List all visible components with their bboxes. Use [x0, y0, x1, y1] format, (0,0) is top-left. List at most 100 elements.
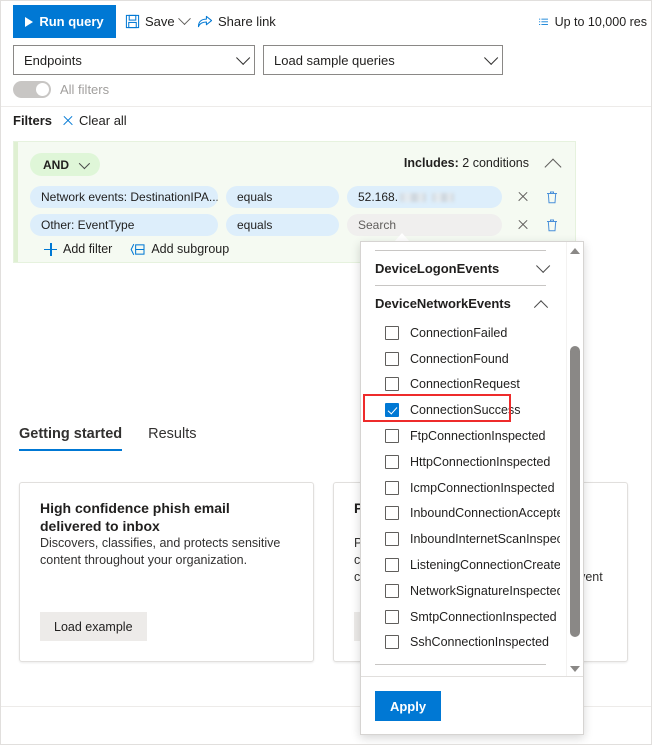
list-item[interactable]: InboundInternetScanInspected [361, 526, 560, 552]
filters-label: Filters [13, 113, 53, 128]
share-link-label: Share link [218, 14, 276, 29]
checkbox[interactable] [385, 506, 399, 521]
filters-header: Filters Clear all [13, 113, 127, 128]
checkbox[interactable] [385, 325, 399, 340]
share-icon [197, 15, 213, 28]
tab-results[interactable]: Results [148, 426, 196, 451]
command-bar: Run query Save Share link Up to 10,000 r… [1, 1, 651, 45]
scroll-down-button[interactable] [570, 666, 580, 672]
collapse-group-button[interactable] [544, 158, 562, 176]
list-item[interactable]: ConnectionFailed [361, 320, 560, 346]
add-subgroup-button[interactable]: Add subgroup [130, 242, 229, 256]
close-icon [517, 219, 529, 231]
chevron-down-icon [236, 50, 251, 65]
list-item[interactable]: HttpConnectionInspected [361, 449, 560, 475]
list-item[interactable]: InboundConnectionAccepted [361, 501, 560, 527]
save-label: Save [145, 14, 175, 29]
card-title: High confidence phish email delivered to… [40, 500, 230, 534]
includes-summary: Includes: 2 conditions [404, 156, 529, 170]
close-icon [62, 115, 74, 127]
checkbox[interactable] [385, 429, 399, 444]
run-query-label: Run query [39, 14, 104, 29]
filter-field-select[interactable]: Other: EventType [30, 214, 218, 236]
scope-select-value: Endpoints [24, 52, 82, 68]
filter-value-search-input[interactable]: Search [347, 214, 502, 236]
add-filter-button[interactable]: Add filter [44, 242, 112, 256]
group-header-devicenetworkevents[interactable]: DeviceNetworkEvents [361, 286, 560, 320]
group-label: DeviceNetworkEvents [375, 295, 511, 311]
filter-field-select[interactable]: Network events: DestinationIPA... [30, 186, 218, 208]
list-item-label: InboundInternetScanInspected [410, 532, 560, 547]
dropdown-scrollbar[interactable] [566, 242, 583, 678]
clear-all-button[interactable]: Clear all [62, 113, 127, 128]
all-filters-toggle-row: All filters [13, 81, 109, 98]
includes-value: 2 conditions [462, 156, 529, 170]
list-item[interactable]: SshConnectionInspected [361, 630, 560, 656]
subgroup-icon [130, 243, 145, 255]
checkbox[interactable] [385, 377, 399, 392]
includes-label: Includes: [403, 156, 459, 170]
list-item[interactable]: ListeningConnectionCreated [361, 552, 560, 578]
group-operator-select[interactable]: AND [30, 153, 100, 176]
checkbox-checked[interactable] [385, 403, 399, 418]
add-filter-label: Add filter [63, 242, 113, 256]
clear-value-button[interactable] [510, 186, 536, 208]
list-item-label: SshConnectionInspected [410, 635, 549, 650]
example-card[interactable]: High confidence phish email delivered to… [19, 482, 314, 662]
filter-value-text: 52.168. [358, 190, 399, 204]
chevron-down-icon [536, 258, 551, 273]
list-item-label: ConnectionFailed [410, 325, 508, 340]
run-query-button[interactable]: Run query [13, 5, 116, 38]
checkbox[interactable] [385, 583, 399, 598]
checkbox[interactable] [385, 532, 399, 547]
delete-filter-button[interactable] [544, 189, 560, 205]
checkbox[interactable] [385, 558, 399, 573]
add-actions: Add filter Add subgroup [44, 242, 229, 256]
list-item-label: ConnectionRequest [410, 377, 520, 392]
list-item-connectionsuccess[interactable]: ConnectionSuccess [361, 397, 560, 423]
list-item-label: ConnectionSuccess [410, 403, 521, 418]
result-limit-button[interactable]: Up to 10,000 res [539, 5, 647, 38]
list-item[interactable]: IcmpConnectionInspected [361, 475, 560, 501]
event-type-list[interactable]: DeviceLogonEvents DeviceNetworkEvents Co… [361, 242, 560, 677]
query-builder-page: Run query Save Share link Up to 10,000 r… [0, 0, 652, 745]
share-link-button[interactable]: Share link [197, 5, 276, 38]
group-header-devicelogonevents[interactable]: DeviceLogonEvents [361, 251, 560, 285]
filter-row: Other: EventType equals Search [30, 214, 560, 236]
delete-filter-button[interactable] [544, 217, 560, 233]
add-subgroup-label: Add subgroup [151, 242, 230, 256]
list-item[interactable]: SmtpConnectionInspected [361, 604, 560, 630]
clear-value-button[interactable] [510, 214, 536, 236]
scope-select[interactable]: Endpoints [13, 45, 255, 75]
scroll-up-button[interactable] [570, 248, 580, 254]
plus-icon [44, 242, 57, 256]
checkbox[interactable] [385, 480, 399, 495]
checkbox[interactable] [385, 635, 399, 650]
tab-bar: Getting started Results [19, 426, 196, 451]
sample-queries-value: Load sample queries [274, 52, 395, 68]
chevron-down-icon[interactable] [177, 12, 191, 26]
checkbox[interactable] [385, 454, 399, 469]
filter-operator-select[interactable]: equals [226, 186, 339, 208]
result-limit-label: Up to 10,000 res [554, 14, 647, 29]
checkbox[interactable] [385, 351, 399, 366]
apply-button[interactable]: Apply [375, 691, 441, 721]
checkbox[interactable] [385, 609, 399, 624]
save-icon [125, 14, 140, 29]
filter-operator-select[interactable]: equals [226, 214, 339, 236]
list-item[interactable]: ConnectionRequest [361, 372, 560, 398]
tab-getting-started[interactable]: Getting started [19, 426, 123, 451]
play-icon [25, 16, 34, 27]
list-item-label: IcmpConnectionInspected [410, 480, 555, 495]
list-item[interactable]: FtpConnectionInspected [361, 423, 560, 449]
filter-value-input[interactable]: 52.168. [347, 186, 502, 208]
list-item[interactable]: NetworkSignatureInspected [361, 578, 560, 604]
redacted-block [432, 192, 455, 202]
list-item-label: HttpConnectionInspected [410, 454, 551, 469]
save-button[interactable]: Save [125, 5, 191, 38]
load-example-button[interactable]: Load example [40, 612, 147, 641]
all-filters-toggle[interactable] [13, 81, 51, 98]
scrollbar-thumb[interactable] [570, 346, 580, 637]
list-item[interactable]: ConnectionFound [361, 346, 560, 372]
sample-queries-select[interactable]: Load sample queries [263, 45, 503, 75]
